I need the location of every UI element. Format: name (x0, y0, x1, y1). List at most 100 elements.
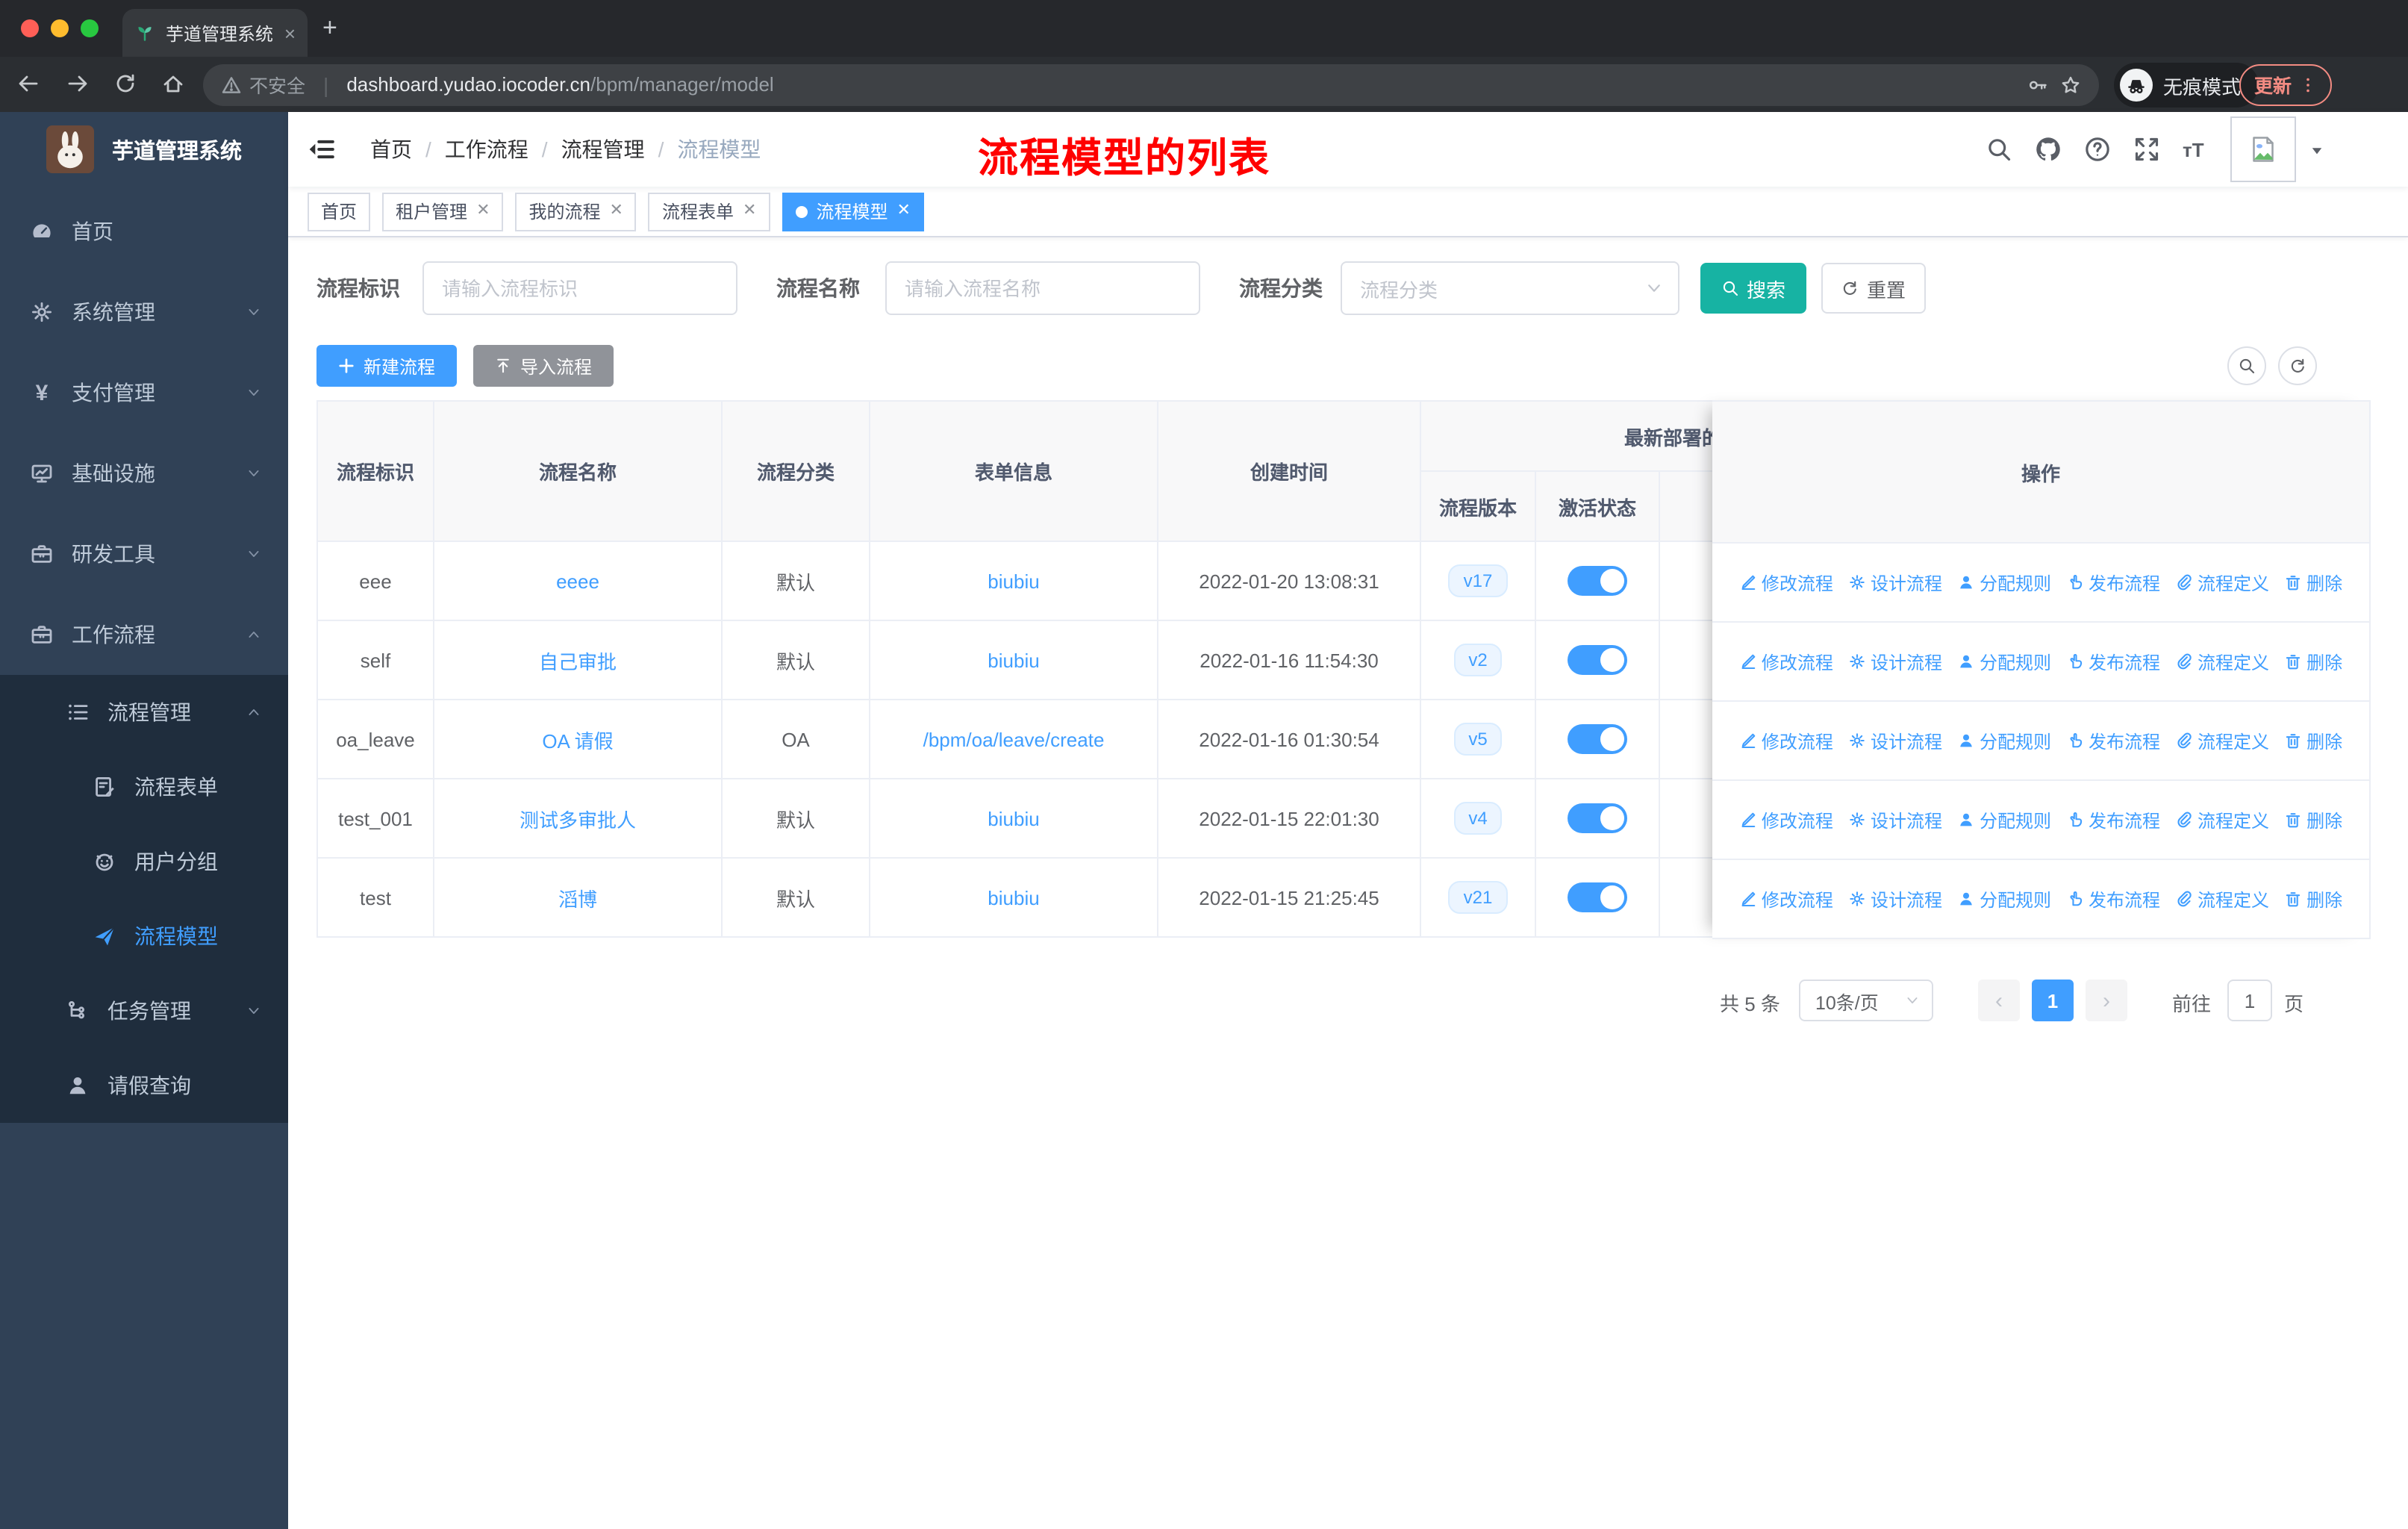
row-action-edit[interactable]: 修改流程 (1739, 728, 1833, 753)
process-name-link[interactable]: eeee (556, 570, 599, 592)
row-action-edit[interactable]: 修改流程 (1739, 807, 1833, 832)
status-toggle[interactable] (1568, 645, 1627, 675)
row-action-link[interactable]: 流程定义 (2175, 886, 2269, 912)
breadcrumb-process-mgmt[interactable]: 流程管理 (561, 134, 645, 164)
tag-process-model[interactable]: 流程模型 ✕ (782, 192, 924, 231)
row-action-publish[interactable]: 发布流程 (2066, 570, 2160, 595)
process-key-input[interactable] (422, 261, 737, 315)
status-toggle[interactable] (1568, 882, 1627, 912)
next-page-button[interactable]: › (2086, 980, 2127, 1021)
search-icon[interactable] (1986, 136, 2012, 163)
version-badge[interactable]: v2 (1453, 644, 1503, 676)
row-action-edit[interactable]: 修改流程 (1739, 886, 1833, 912)
tag-close-icon[interactable]: ✕ (610, 202, 623, 219)
page-size-select[interactable]: 10条/页 (1799, 980, 1933, 1021)
address-bar[interactable]: 不安全 | dashboard.yudao.iocoder.cn/bpm/man… (203, 63, 2099, 105)
row-action-trash[interactable]: 删除 (2284, 728, 2342, 753)
row-action-gear[interactable]: 设计流程 (1848, 649, 1942, 674)
help-icon[interactable] (2084, 136, 2111, 163)
import-process-button[interactable]: 导入流程 (473, 345, 614, 387)
breadcrumb-workflow[interactable]: 工作流程 (445, 134, 528, 164)
row-action-user[interactable]: 分配规则 (1957, 728, 2051, 753)
sidebar-item-workflow[interactable]: 工作流程 (0, 594, 288, 675)
row-action-edit[interactable]: 修改流程 (1739, 649, 1833, 674)
version-badge[interactable]: v5 (1453, 723, 1503, 756)
row-action-publish[interactable]: 发布流程 (2066, 728, 2160, 753)
tag-home[interactable]: 首页 (308, 192, 371, 231)
row-action-user[interactable]: 分配规则 (1957, 807, 2051, 832)
tag-tenant[interactable]: 租户管理 ✕ (382, 192, 504, 231)
sidebar-item-home[interactable]: 首页 (0, 191, 288, 272)
refresh-table-button[interactable] (2278, 346, 2317, 385)
row-action-link[interactable]: 流程定义 (2175, 649, 2269, 674)
tab-close-icon[interactable]: × (284, 23, 296, 43)
row-action-trash[interactable]: 删除 (2284, 570, 2342, 595)
row-action-gear[interactable]: 设计流程 (1848, 728, 1942, 753)
create-process-button[interactable]: 新建流程 (316, 345, 457, 387)
browser-update-button[interactable]: 更新 (2239, 63, 2332, 105)
process-name-input[interactable] (885, 261, 1200, 315)
search-button[interactable]: 搜索 (1700, 263, 1806, 314)
form-info-link[interactable]: /bpm/oa/leave/create (923, 728, 1105, 750)
breadcrumb-home[interactable]: 首页 (370, 134, 412, 164)
key-icon[interactable] (2027, 74, 2048, 95)
home-icon[interactable] (161, 72, 185, 96)
sidebar-fold-icon[interactable] (308, 136, 334, 163)
sidebar-item-user-group[interactable]: 用户分组 (0, 824, 288, 899)
window-minimize-button[interactable] (51, 19, 69, 37)
sidebar-item-infra[interactable]: 基础设施 (0, 433, 288, 514)
sidebar-item-process-model[interactable]: 流程模型 (0, 899, 288, 974)
tag-my-process[interactable]: 我的流程 ✕ (515, 192, 637, 231)
process-name-link[interactable]: 自己审批 (539, 650, 617, 673)
sidebar-item-task-mgmt[interactable]: 任务管理 (0, 974, 288, 1048)
tag-process-form[interactable]: 流程表单 ✕ (648, 192, 770, 231)
row-action-gear[interactable]: 设计流程 (1848, 807, 1942, 832)
avatar-caret-icon[interactable] (2309, 143, 2324, 158)
goto-page-input[interactable] (2227, 980, 2272, 1021)
row-action-link[interactable]: 流程定义 (2175, 570, 2269, 595)
status-toggle[interactable] (1568, 724, 1627, 754)
avatar[interactable] (2230, 116, 2296, 182)
sidebar-item-process-form[interactable]: 流程表单 (0, 750, 288, 824)
bookmark-star-icon[interactable] (2060, 74, 2081, 95)
form-info-link[interactable]: biubiu (988, 570, 1039, 592)
process-name-link[interactable]: 测试多审批人 (520, 809, 636, 831)
browser-menu-icon[interactable] (2299, 75, 2317, 93)
security-warning[interactable]: 不安全 (221, 70, 305, 99)
row-action-publish[interactable]: 发布流程 (2066, 886, 2160, 912)
row-action-user[interactable]: 分配规则 (1957, 570, 2051, 595)
row-action-publish[interactable]: 发布流程 (2066, 807, 2160, 832)
tag-close-icon[interactable]: ✕ (476, 202, 490, 219)
row-action-trash[interactable]: 删除 (2284, 886, 2342, 912)
sidebar-item-process-mgmt[interactable]: 流程管理 (0, 675, 288, 750)
show-search-button[interactable] (2227, 346, 2266, 385)
browser-tab[interactable]: 芋道管理系统 × (122, 9, 308, 57)
sidebar-item-leave-query[interactable]: 请假查询 (0, 1048, 288, 1123)
process-name-link[interactable]: 滔博 (558, 888, 597, 910)
category-select[interactable]: 流程分类 (1341, 261, 1679, 315)
row-action-trash[interactable]: 删除 (2284, 649, 2342, 674)
version-badge[interactable]: v17 (1448, 564, 1508, 597)
sidebar-item-devtools[interactable]: 研发工具 (0, 514, 288, 594)
row-action-edit[interactable]: 修改流程 (1739, 570, 1833, 595)
row-action-link[interactable]: 流程定义 (2175, 807, 2269, 832)
row-action-link[interactable]: 流程定义 (2175, 728, 2269, 753)
process-name-link[interactable]: OA 请假 (542, 729, 613, 752)
row-action-user[interactable]: 分配规则 (1957, 886, 2051, 912)
reload-icon[interactable] (113, 72, 137, 96)
tag-close-icon[interactable]: ✕ (896, 202, 910, 219)
row-action-trash[interactable]: 删除 (2284, 807, 2342, 832)
form-info-link[interactable]: biubiu (988, 649, 1039, 671)
reset-button[interactable]: 重置 (1821, 263, 1926, 314)
version-badge[interactable]: v4 (1453, 802, 1503, 835)
row-action-publish[interactable]: 发布流程 (2066, 649, 2160, 674)
form-info-link[interactable]: biubiu (988, 886, 1039, 909)
row-action-user[interactable]: 分配规则 (1957, 649, 2051, 674)
github-icon[interactable] (2035, 136, 2062, 163)
fullscreen-icon[interactable] (2133, 136, 2160, 163)
row-action-gear[interactable]: 设计流程 (1848, 570, 1942, 595)
tag-close-icon[interactable]: ✕ (743, 202, 756, 219)
window-close-button[interactable] (21, 19, 39, 37)
version-badge[interactable]: v21 (1448, 881, 1508, 914)
forward-icon[interactable] (66, 72, 90, 96)
